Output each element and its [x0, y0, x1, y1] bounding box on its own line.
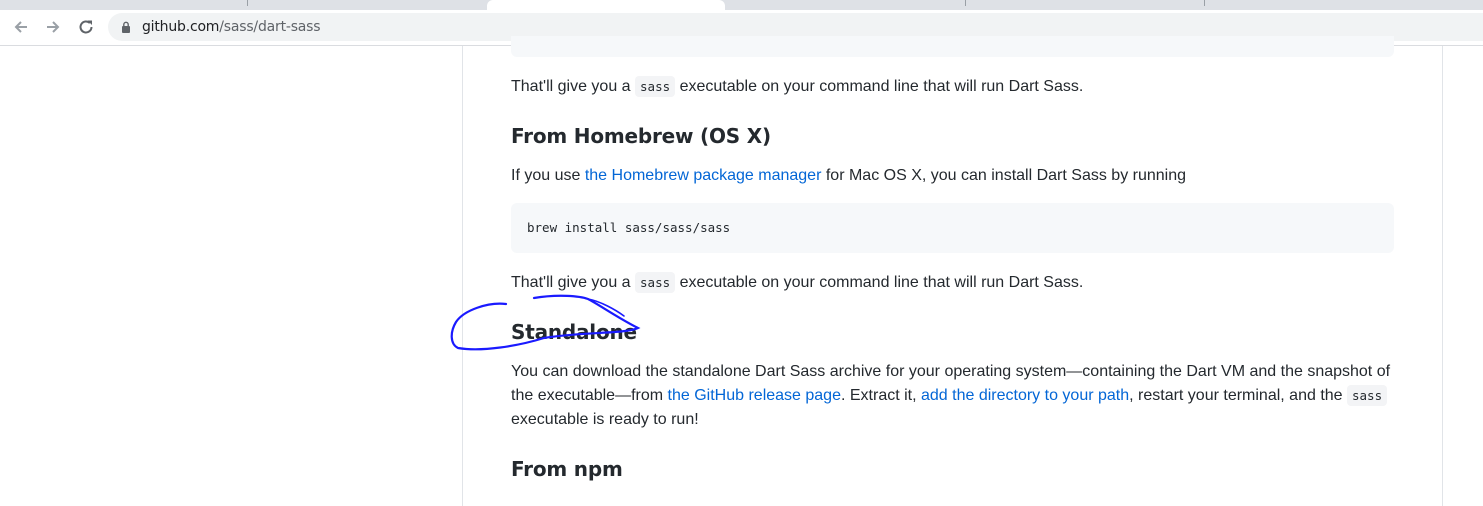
tab-active[interactable] [487, 0, 725, 10]
text: , restart your terminal, and the [1129, 387, 1347, 404]
tab-separator [247, 0, 248, 6]
brew-command: brew install sass/sass/sass [527, 220, 731, 235]
page-viewport: That'll give you a sass executable on yo… [0, 36, 1483, 506]
text: executable on your command line that wil… [675, 78, 1084, 95]
tab-next[interactable] [727, 0, 965, 10]
paragraph-sass-executable: That'll give you a sass executable on yo… [511, 75, 1394, 99]
url-text: github.com/sass/dart-sass [142, 19, 321, 35]
text: That'll give you a [511, 274, 636, 291]
text: for Mac OS X, you can install Dart Sass … [821, 167, 1187, 184]
tab-previous[interactable] [0, 0, 485, 10]
brew-code-block: brew install sass/sass/sass [511, 203, 1394, 253]
lock-icon [122, 21, 130, 33]
paragraph-sass-executable-2: That'll give you a sass executable on yo… [511, 271, 1394, 295]
arrow-left-icon [14, 21, 27, 33]
reload-icon [79, 20, 93, 34]
url-host: github.com [142, 19, 220, 35]
homebrew-link[interactable]: the Homebrew package manager [585, 167, 822, 184]
code-block-partial [511, 36, 1394, 57]
heading-standalone: Standalone [511, 320, 637, 344]
back-button[interactable] [7, 13, 35, 41]
heading-homebrew: From Homebrew (OS X) [511, 124, 771, 148]
text: executable is ready to run! [511, 411, 699, 428]
forward-button[interactable] [39, 13, 67, 41]
github-release-link[interactable]: the GitHub release page [668, 387, 841, 404]
text: . Extract it, [840, 387, 921, 404]
inline-code: sass [635, 76, 676, 97]
paragraph-homebrew: If you use the Homebrew package manager … [511, 164, 1394, 188]
tab-separator [965, 0, 966, 6]
url-path: /sass/dart-sass [219, 19, 321, 35]
text: If you use [511, 167, 585, 184]
paragraph-standalone: You can download the standalone Dart Sas… [511, 360, 1394, 432]
arrow-right-icon [47, 21, 60, 33]
text: executable on your command line that wil… [675, 274, 1084, 291]
inline-code: sass [1347, 385, 1388, 406]
inline-code: sass [635, 272, 676, 293]
path-link[interactable]: add the directory to your path [921, 387, 1129, 404]
tab-next-2[interactable] [967, 0, 1205, 10]
reload-button[interactable] [72, 13, 100, 41]
heading-npm: From npm [511, 457, 623, 481]
text: That'll give you a [511, 78, 636, 95]
tab-separator [1204, 0, 1205, 6]
readme-article: That'll give you a sass executable on yo… [462, 36, 1443, 506]
tab-strip [0, 0, 1483, 10]
